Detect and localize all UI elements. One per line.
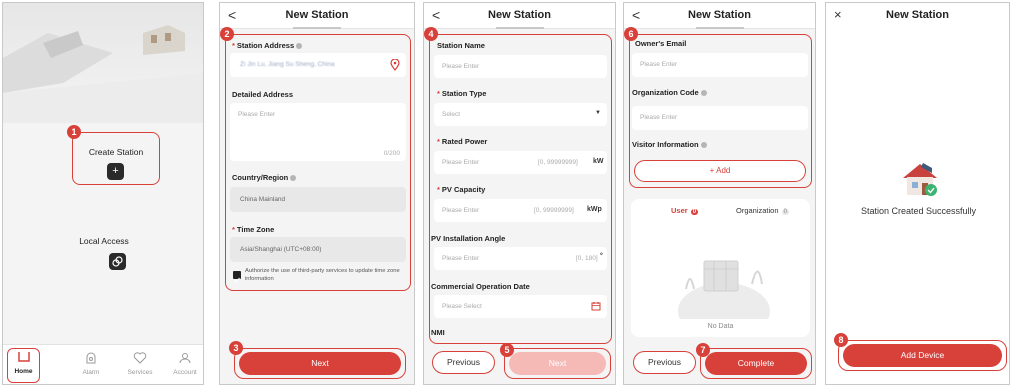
page-title: New Station	[285, 9, 349, 21]
header: < New Station	[424, 3, 615, 29]
step-badge-4: 4	[424, 27, 438, 41]
link-icon	[112, 256, 123, 267]
org-code-field[interactable]: Please Enter	[632, 106, 808, 130]
create-station-label: Create Station	[88, 147, 144, 157]
page-title: New Station	[488, 9, 551, 21]
station-address-field[interactable]: Zi Jin Lu, Jiang Su Sheng, China	[230, 53, 406, 77]
previous-button[interactable]: Previous	[633, 351, 696, 374]
step-badge-1: 1	[67, 125, 81, 139]
add-device-button[interactable]: Add Device	[843, 344, 1002, 367]
calendar-icon[interactable]	[591, 301, 601, 311]
step-badge-5: 5	[500, 343, 514, 357]
user-count-badge: 0	[690, 209, 699, 215]
add-visitor-button[interactable]: + Add	[634, 160, 806, 182]
station-type-label: * Station Type	[437, 89, 487, 98]
rated-power-label: * Rated Power	[437, 137, 488, 146]
info-icon	[700, 142, 707, 149]
tab-services[interactable]: Services	[123, 351, 157, 376]
local-access-label: Local Access	[79, 236, 129, 246]
station-type-select[interactable]: Select ▼	[434, 103, 607, 126]
bottom-tab-bar: Home Alarm Services Account	[3, 344, 203, 384]
pv-angle-field[interactable]: Please Enter [0, 180] °	[434, 247, 607, 270]
info-icon	[296, 43, 303, 50]
location-pin-icon[interactable]	[390, 59, 400, 71]
time-zone-label: * Time Zone	[232, 225, 275, 234]
pv-capacity-field[interactable]: Please Enter [0, 99999999] kWp	[434, 199, 607, 222]
check-icon	[234, 277, 240, 283]
org-count-badge: 0	[781, 209, 789, 215]
step-badge-3: 3	[229, 341, 243, 355]
tab-home[interactable]: Home	[7, 350, 40, 375]
header: × New Station	[826, 3, 1009, 29]
header: < New Station	[624, 3, 815, 29]
next-button[interactable]: Next	[239, 352, 401, 375]
dropdown-arrow-icon: ▼	[595, 110, 601, 116]
tab-account[interactable]: Account	[168, 351, 202, 376]
home-icon	[17, 352, 30, 362]
empty-state-illustration	[678, 260, 770, 319]
time-zone-field: Asia/Shanghai (UTC+08:00)	[230, 237, 406, 262]
alarm-icon	[86, 352, 96, 364]
authorize-text: Authorize the use of third-party service…	[245, 268, 400, 282]
account-icon	[179, 353, 191, 364]
tab-user[interactable]: User 0	[671, 206, 699, 215]
detailed-address-label: Detailed Address	[232, 90, 293, 99]
authorize-checkbox[interactable]	[233, 271, 241, 283]
detailed-address-field[interactable]: Please Enter 0/200	[230, 103, 406, 161]
org-code-label: Organization Code	[632, 88, 707, 97]
tab-alarm[interactable]: Alarm	[74, 351, 108, 376]
home-screen: 1 Create Station + Local Access Home Ala…	[2, 2, 204, 385]
char-count: 0/200	[383, 150, 400, 157]
previous-button[interactable]: Previous	[432, 351, 495, 374]
pv-capacity-label: * PV Capacity	[437, 185, 486, 194]
page-title: New Station	[688, 9, 751, 21]
rated-power-field[interactable]: Please Enter [0, 99999999] kW	[434, 151, 607, 174]
station-name-field[interactable]: Please Enter	[434, 55, 607, 78]
station-address-label: * Station Address	[232, 41, 303, 50]
station-name-label: Station Name	[437, 41, 485, 50]
info-icon	[290, 175, 297, 182]
country-region-label: Country/Region	[232, 173, 297, 182]
create-station-button[interactable]: +	[107, 163, 124, 180]
address-screen: < New Station 2 * Station Address Zi Jin …	[219, 2, 415, 385]
plus-icon: +	[112, 165, 119, 177]
owner-email-label: Owner's Email	[635, 39, 687, 48]
step-badge-7: 7	[696, 343, 710, 357]
no-data-text: No Data	[707, 323, 734, 330]
info-icon	[700, 90, 707, 97]
country-region-field: China Mainland	[230, 187, 406, 212]
complete-button[interactable]: Complete	[705, 352, 807, 375]
page-title: New Station	[886, 9, 949, 21]
pv-angle-label: PV Installation Angle	[431, 234, 506, 243]
roof-background-image	[3, 3, 203, 123]
commercial-date-field[interactable]: Please Select	[434, 295, 607, 318]
tab-organization[interactable]: Organization 0	[736, 206, 789, 215]
next-button[interactable]: Next	[509, 352, 606, 375]
house-success-icon	[903, 163, 937, 196]
success-screen: × New Station Station Created Successful…	[825, 2, 1010, 385]
owner-visitor-screen: < New Station 6 Owner's Email Please Ent…	[623, 2, 816, 385]
local-access-button[interactable]	[109, 253, 126, 270]
nmi-label: NMI	[431, 328, 445, 337]
visitor-info-label: Visitor Information	[632, 140, 707, 149]
visitor-list-card: User 0 Organization 0 No Data	[631, 199, 810, 337]
station-info-screen: < New Station 4 Station Name Please Ente…	[423, 2, 616, 385]
step-badge-2: 2	[220, 27, 234, 41]
owner-email-field[interactable]: Please Enter	[632, 53, 808, 77]
services-icon	[133, 352, 147, 364]
header: < New Station	[220, 3, 414, 29]
step-badge-6: 6	[624, 27, 638, 41]
step-badge-8: 8	[834, 333, 848, 347]
success-message: Station Created Successfully	[860, 206, 977, 216]
commercial-date-label: Commercial Operation Date	[431, 282, 530, 291]
